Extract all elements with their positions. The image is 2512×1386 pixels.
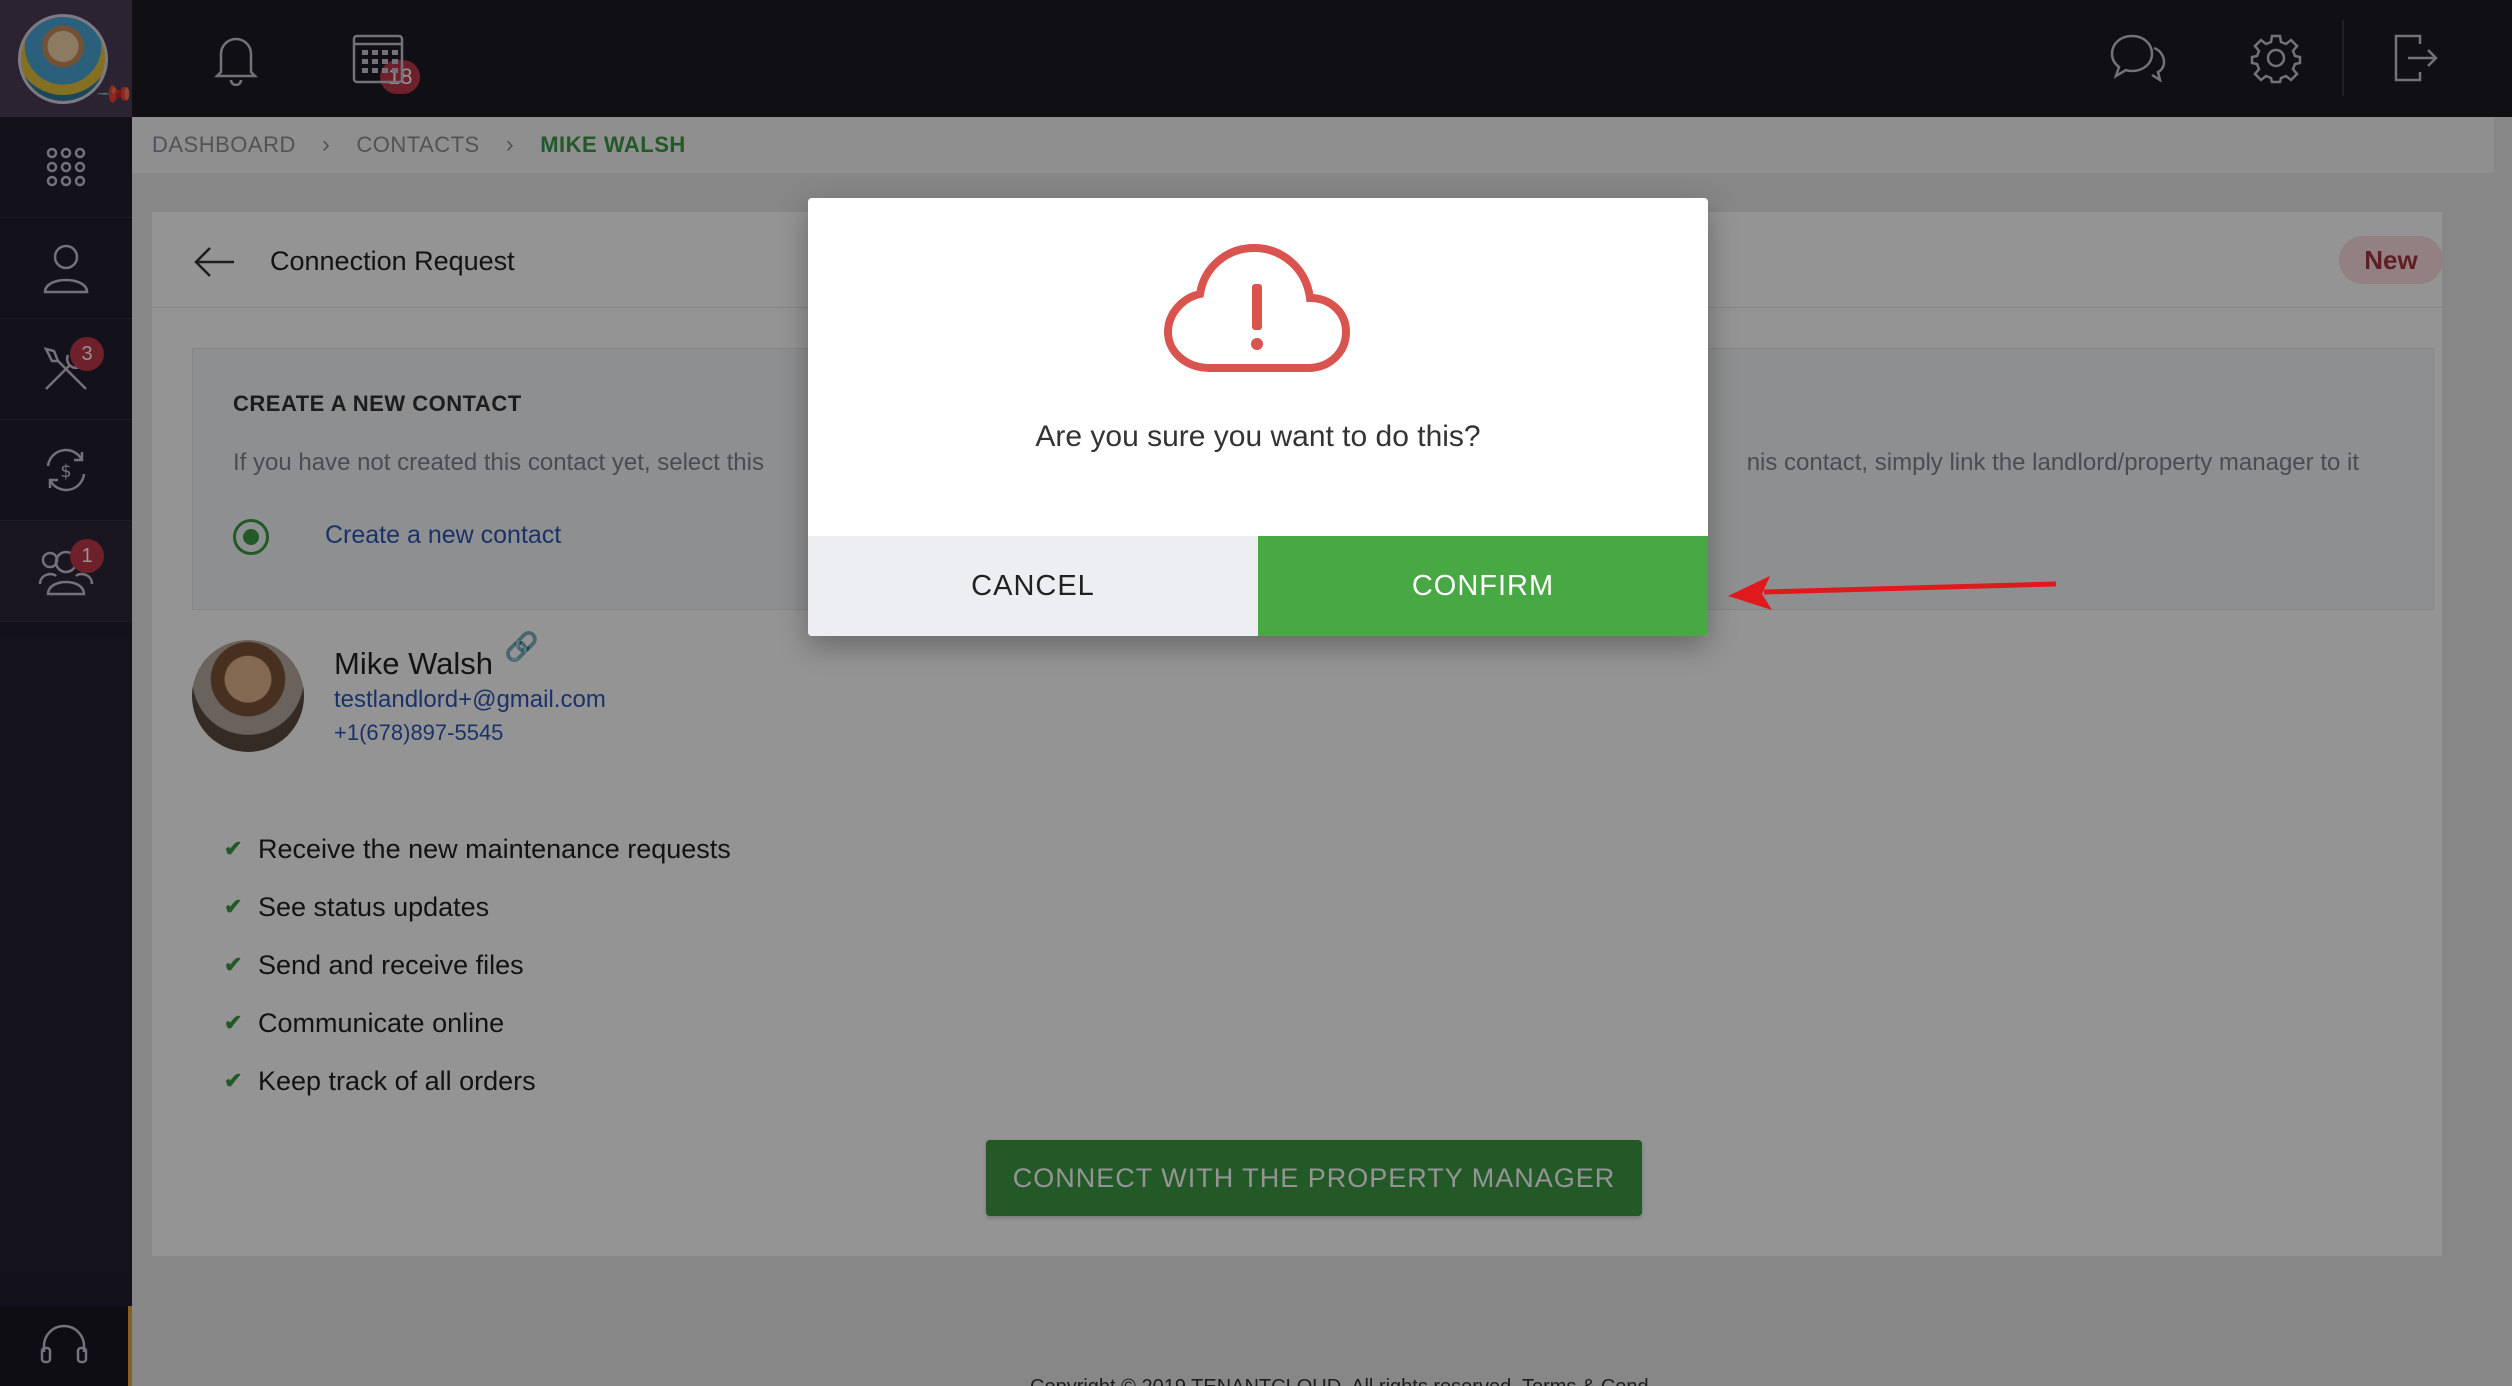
cancel-button[interactable]: CANCEL	[808, 536, 1258, 636]
cloud-alert-icon	[1163, 243, 1351, 372]
confirm-dialog: Are you sure you want to do this? CANCEL…	[808, 198, 1708, 636]
annotation-arrow-icon	[1728, 576, 2057, 610]
confirm-button[interactable]: CONFIRM	[1258, 536, 1708, 636]
dialog-message: Are you sure you want to do this?	[1035, 420, 1481, 453]
